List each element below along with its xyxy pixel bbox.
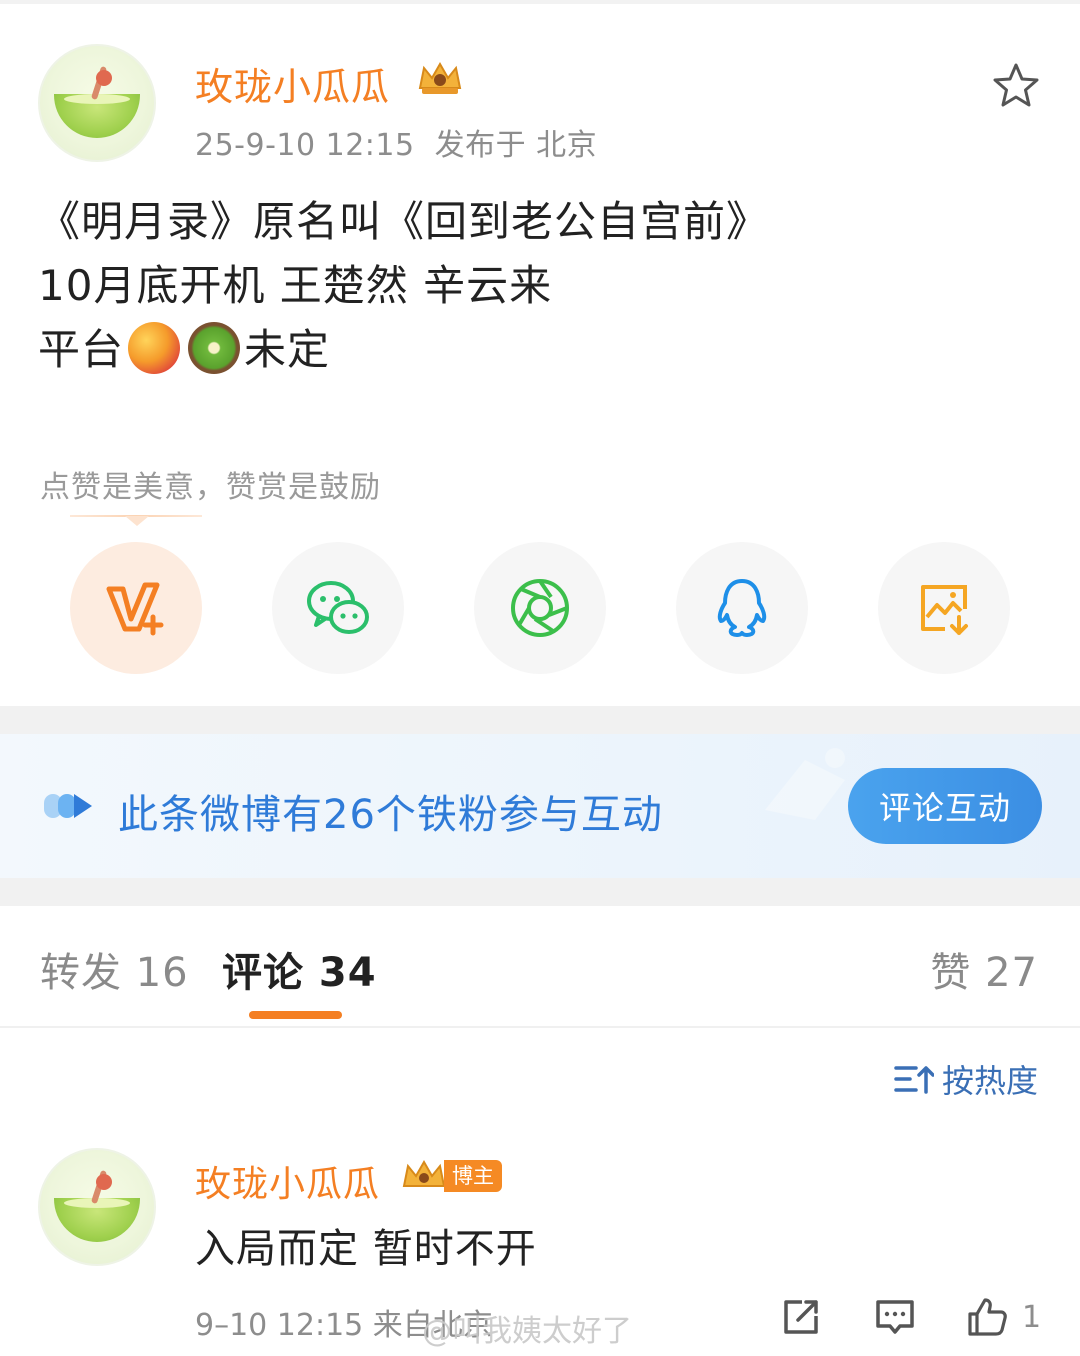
author-avatar[interactable] — [38, 44, 156, 162]
qq-icon — [717, 579, 767, 637]
author-name[interactable]: 玫珑小瓜瓜 — [195, 56, 390, 111]
tab-like[interactable]: 赞 27 — [930, 940, 1038, 998]
crown-badge-icon — [418, 61, 462, 94]
comment-author[interactable]: 玫珑小瓜瓜 — [195, 1155, 380, 1207]
reward-text: 点赞是美意，赞赏是鼓励 — [40, 470, 381, 505]
banner-text: 此条微博有26个铁粉参与互动 — [118, 792, 663, 838]
share-moments-button[interactable] — [474, 542, 606, 674]
tab-comment[interactable]: 评论 34 — [222, 940, 377, 998]
tab-repost[interactable]: 转发 16 — [40, 940, 189, 998]
sort-button[interactable]: 按热度 — [894, 1056, 1038, 1102]
favorite-star-icon[interactable] — [990, 60, 1042, 112]
comment-interact-button[interactable]: 评论互动 — [848, 768, 1042, 844]
author-badge: 博主 — [400, 1158, 502, 1194]
like-icon[interactable] — [966, 1296, 1008, 1338]
mango-emoji-icon — [128, 322, 181, 374]
post-line-3-suffix: 未定 — [244, 325, 331, 374]
wechat-icon — [307, 581, 369, 634]
v-plus-button[interactable] — [70, 542, 202, 674]
moments-icon — [511, 579, 569, 637]
repost-icon[interactable] — [780, 1296, 822, 1338]
tab-border — [0, 1026, 1080, 1028]
crown-badge-icon — [402, 1159, 446, 1187]
tab-active-indicator — [249, 1011, 342, 1019]
post-meta: 25-9-10 12:15 发布于 北京 — [195, 120, 597, 164]
post-content: 《明月录》原名叫《回到老公自宫前》 10月底开机 王楚然 辛云来 平台 未定 — [38, 190, 769, 382]
share-qq-button[interactable] — [676, 542, 808, 674]
post-line-1: 《明月录》原名叫《回到老公自宫前》 — [38, 197, 770, 246]
post-line-3: 平台 未定 — [38, 318, 769, 382]
kiwi-emoji-icon — [188, 322, 241, 374]
section-divider — [0, 706, 1080, 734]
post-location: 发布于 北京 — [434, 128, 598, 163]
sort-label: 按热度 — [941, 1062, 1038, 1100]
share-wechat-button[interactable] — [272, 542, 404, 674]
post-line-2: 10月底开机 王楚然 辛云来 — [38, 261, 553, 310]
section-divider — [0, 878, 1080, 906]
save-image-button[interactable] — [878, 542, 1010, 674]
comment-icon[interactable] — [874, 1296, 916, 1338]
reward-caret — [125, 516, 149, 526]
post-time: 25-9-10 12:15 — [195, 128, 415, 163]
v-plus-icon — [106, 582, 164, 636]
save-image-icon — [921, 585, 968, 635]
comment-text: 入局而定 暂时不开 — [195, 1226, 537, 1272]
post-line-3-prefix: 平台 — [38, 325, 125, 374]
top-divider — [0, 0, 1080, 4]
iron-fan-icon — [44, 794, 92, 818]
author-badge-label: 博主 — [444, 1160, 502, 1192]
watermark: @叫我姨太好了 — [422, 1314, 632, 1349]
sort-icon — [894, 1066, 934, 1094]
comment-avatar[interactable] — [38, 1148, 156, 1266]
comment-like-count: 1 — [1022, 1300, 1042, 1335]
